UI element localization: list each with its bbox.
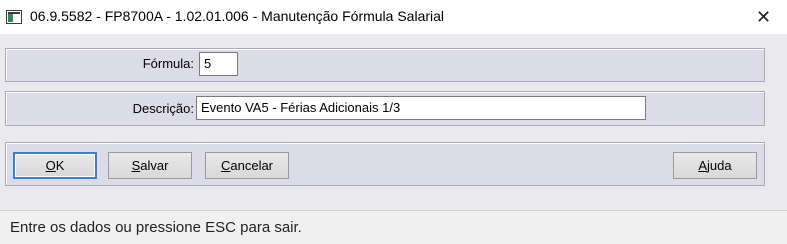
formula-label: Fórmula: <box>142 56 194 71</box>
title-bar: 06.9.5582 - FP8700A - 1.02.01.006 - Manu… <box>0 0 787 34</box>
status-message: Entre os dados ou pressione ESC para sai… <box>10 219 302 236</box>
formula-input[interactable]: 5 <box>199 52 238 76</box>
window-title: 06.9.5582 - FP8700A - 1.02.01.006 - Manu… <box>30 8 445 24</box>
close-button[interactable]: ✕ <box>740 0 787 34</box>
cancelar-button-label-rest: ancelar <box>230 158 274 173</box>
ok-button[interactable]: OK <box>13 152 97 179</box>
cancelar-button-mnemonic: C <box>220 158 231 173</box>
ajuda-button-mnemonic: A <box>698 158 708 173</box>
ajuda-button-label-rest: juda <box>707 158 732 173</box>
cancelar-button[interactable]: Cancelar <box>205 152 289 179</box>
close-icon: ✕ <box>755 6 772 27</box>
descricao-input[interactable]: Evento VA5 - Férias Adicionais 1/3 <box>196 96 646 120</box>
salvar-button[interactable]: Salvar <box>108 152 192 179</box>
ok-button-label-rest: K <box>55 158 65 173</box>
salvar-button-label-rest: alvar <box>140 158 169 173</box>
ajuda-button[interactable]: Ajuda <box>673 152 757 179</box>
salvar-button-mnemonic: S <box>131 158 141 173</box>
descricao-label: Descrição: <box>132 101 194 116</box>
status-bar: Entre os dados ou pressione ESC para sai… <box>0 210 787 244</box>
app-window-icon <box>6 10 22 24</box>
ok-button-mnemonic: O <box>45 158 56 173</box>
